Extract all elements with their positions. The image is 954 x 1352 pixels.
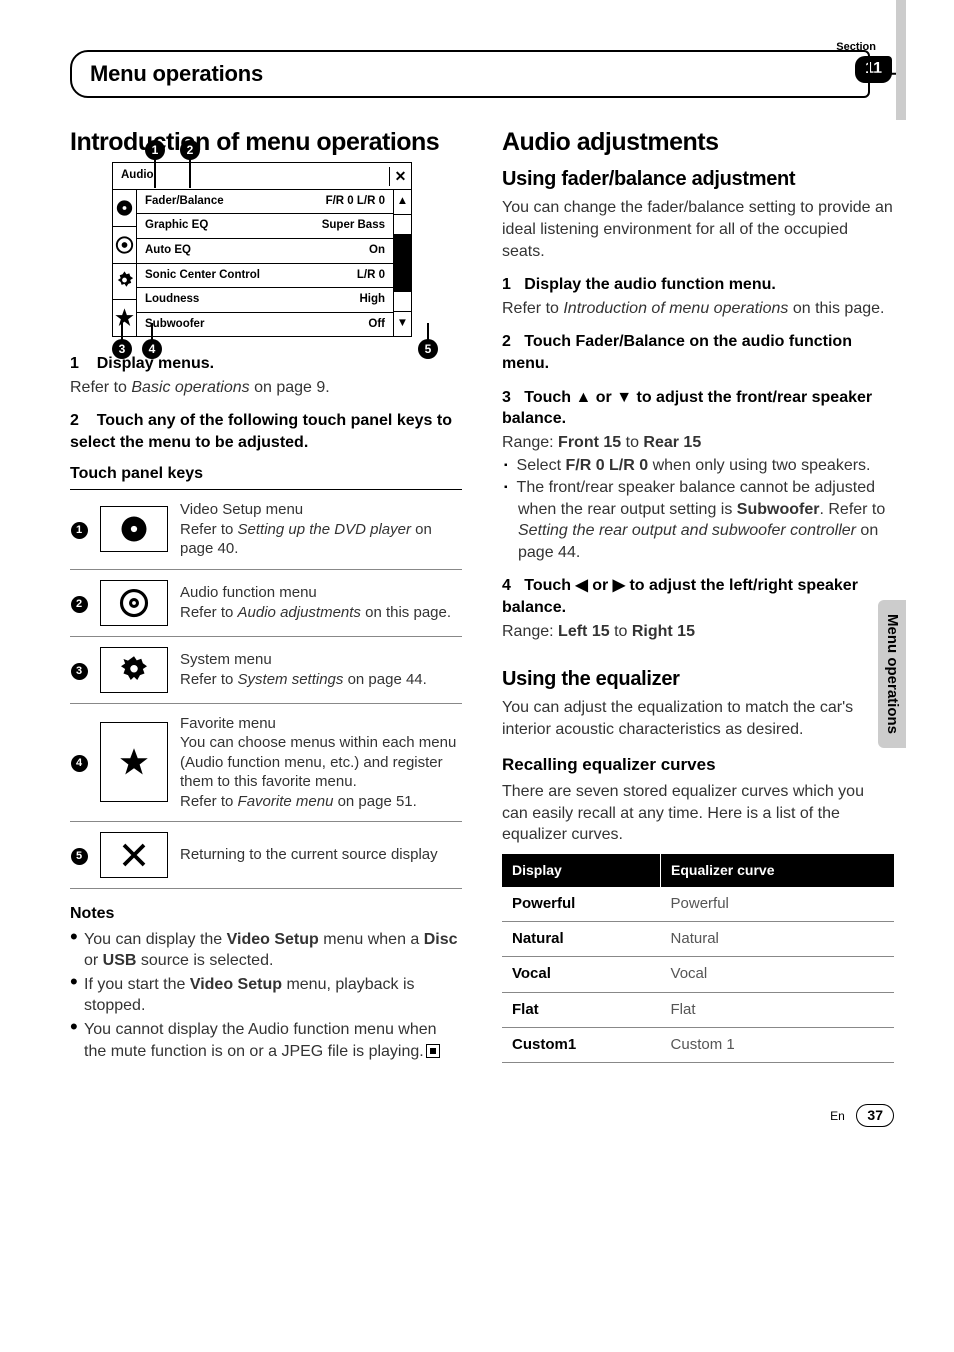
close-icon[interactable] [100, 832, 168, 878]
fader-balance-heading: Using fader/balance adjustment [502, 166, 894, 193]
step-a3-range: Range: Front 15 to Rear 15 [502, 432, 894, 454]
recalling-intro: There are seven stored equalizer curves … [502, 781, 894, 846]
close-icon[interactable]: ✕ [389, 167, 411, 186]
row-number-badge: 3 [71, 663, 88, 680]
gear-icon[interactable] [100, 647, 168, 693]
table-row: Custom1Custom 1 [502, 1027, 894, 1062]
touch-panel-keys-table: 1 Video Setup menuRefer to Setting up th… [70, 489, 462, 889]
step-a4: 4 Touch ◀ or ▶ to adjust the left/right … [502, 575, 894, 618]
bullet-item: Select F/R 0 L/R 0 when only using two s… [504, 455, 894, 477]
callout-2: 2 [180, 140, 200, 160]
menu-row[interactable]: SubwooferOff [137, 313, 393, 337]
eq-header-display: Display [502, 854, 661, 887]
note-item: You cannot display the Audio function me… [70, 1019, 462, 1062]
note-item: If you start the Video Setup menu, playb… [70, 974, 462, 1017]
step-a1-refer: Refer to Introduction of menu operations… [502, 298, 894, 320]
notes-heading: Notes [70, 903, 462, 925]
step-2: 2 Touch any of the following touch panel… [70, 410, 462, 453]
callout-1: 1 [145, 140, 165, 160]
menu-row[interactable]: Sonic Center ControlL/R 0 [137, 264, 393, 289]
left-column: Introduction of menu operations 1 2 3 4 … [70, 128, 462, 1064]
tpk-row: 1 Video Setup menuRefer to Setting up th… [70, 490, 462, 570]
disc-icon[interactable] [113, 190, 136, 227]
notes-list: You can display the Video Setup menu whe… [70, 929, 462, 1063]
row-number-badge: 4 [71, 755, 88, 772]
page-number: 37 [856, 1104, 894, 1127]
row-number-badge: 2 [71, 596, 88, 613]
scrollbar-track[interactable] [394, 214, 411, 312]
table-row: NaturalNatural [502, 922, 894, 957]
page-header-title: Menu operations [70, 50, 870, 98]
menu-row[interactable]: Graphic EQSuper Bass [137, 214, 393, 239]
audio-adjustments-heading: Audio adjustments [502, 128, 894, 157]
step-1-refer: Refer to Basic operations on page 9. [70, 377, 462, 399]
intro-heading: Introduction of menu operations [70, 128, 462, 157]
tpk-row: 2 Audio function menuRefer to Audio adju… [70, 570, 462, 637]
step-a3-bullets: Select F/R 0 L/R 0 when only using two s… [502, 455, 894, 563]
disc-ring-icon[interactable] [113, 227, 136, 264]
disc-icon[interactable] [100, 506, 168, 552]
step-a3: 3 Touch ▲ or ▼ to adjust the front/rear … [502, 387, 894, 430]
tpk-desc: Audio function menuRefer to Audio adjust… [180, 583, 462, 622]
note-item: You can display the Video Setup menu whe… [70, 929, 462, 972]
page-footer: En 37 [70, 1104, 894, 1127]
row-number-badge: 5 [71, 848, 88, 865]
callout-5: 5 [418, 339, 438, 359]
menu-row[interactable]: Auto EQOn [137, 239, 393, 264]
equalizer-table: Display Equalizer curve PowerfulPowerful… [502, 854, 894, 1063]
menu-screenshot: 1 2 3 4 5 Audio ✕ Fader/B [100, 162, 430, 337]
menu-row[interactable]: LoudnessHigh [137, 288, 393, 313]
disc-ring-icon[interactable] [100, 580, 168, 626]
tpk-row: 5 Returning to the current source displa… [70, 822, 462, 889]
tpk-row: 4 Favorite menuYou can choose menus with… [70, 704, 462, 823]
right-column: Audio adjustments Using fader/balance ad… [502, 128, 894, 1064]
gear-icon[interactable] [113, 264, 136, 301]
recalling-heading: Recalling equalizer curves [502, 754, 894, 777]
callout-4: 4 [142, 339, 162, 359]
menu-row[interactable]: Fader/BalanceF/R 0 L/R 0 [137, 190, 393, 215]
eq-header-curve: Equalizer curve [661, 854, 894, 887]
equalizer-heading: Using the equalizer [502, 666, 894, 693]
callout-3: 3 [112, 339, 132, 359]
side-tab: Menu operations [878, 600, 906, 748]
touch-panel-keys-title: Touch panel keys [70, 463, 462, 485]
tpk-desc: Returning to the current source display [180, 845, 462, 865]
end-section-icon [426, 1044, 440, 1058]
scroll-down-icon[interactable]: ▼ [394, 312, 411, 336]
star-icon[interactable] [113, 300, 136, 336]
fader-intro: You can change the fader/balance setting… [502, 197, 894, 262]
star-icon[interactable] [100, 722, 168, 802]
step-a4-range: Range: Left 15 to Right 15 [502, 621, 894, 643]
side-stripe [896, 0, 906, 120]
tpk-desc: Favorite menuYou can choose menus within… [180, 714, 462, 812]
scroll-up-icon[interactable]: ▲ [394, 190, 411, 214]
tpk-desc: Video Setup menuRefer to Setting up the … [180, 500, 462, 559]
bullet-item: The front/rear speaker balance cannot be… [504, 477, 894, 563]
tpk-row: 3 System menuRefer to System settings on… [70, 637, 462, 704]
step-a2: 2 Touch Fader/Balance on the audio funct… [502, 331, 894, 374]
step-a1: 1 Display the audio function menu. [502, 274, 894, 296]
table-row: VocalVocal [502, 957, 894, 992]
row-number-badge: 1 [71, 522, 88, 539]
equalizer-intro: You can adjust the equalization to match… [502, 697, 894, 740]
table-row: FlatFlat [502, 992, 894, 1027]
tpk-desc: System menuRefer to System settings on p… [180, 650, 462, 689]
table-row: PowerfulPowerful [502, 887, 894, 922]
